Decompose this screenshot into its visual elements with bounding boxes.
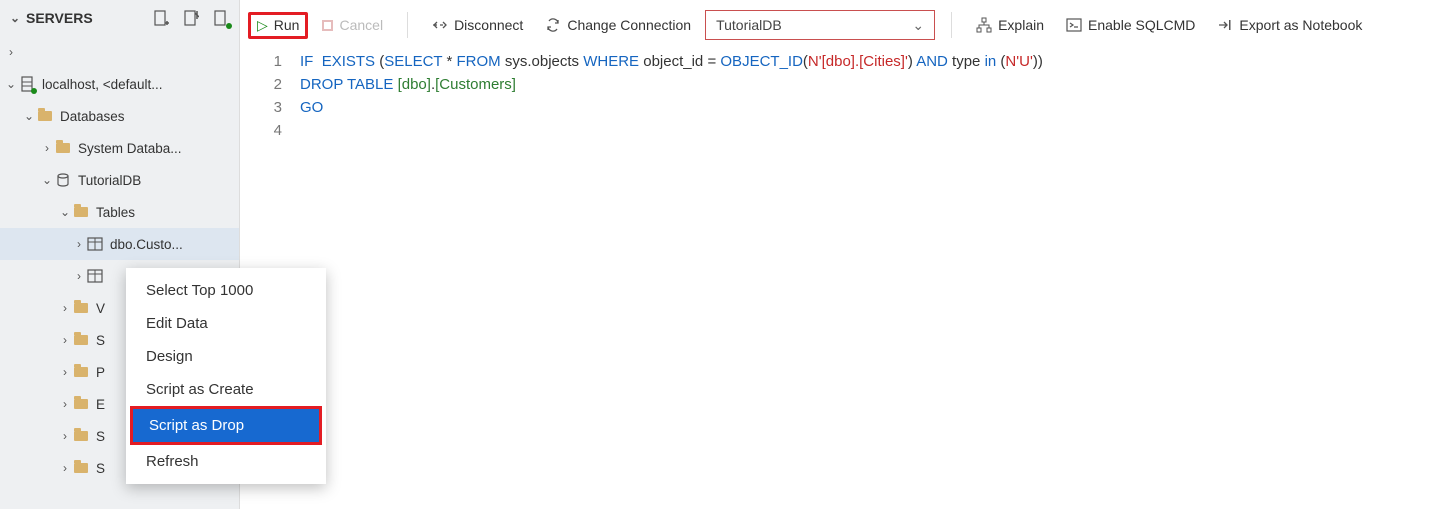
- play-icon: ▷: [257, 17, 268, 34]
- tree-tables-label: Tables: [96, 205, 135, 220]
- sqlcmd-icon: [1066, 17, 1082, 33]
- folder-icon: [36, 107, 54, 125]
- ctx-script-as-drop[interactable]: Script as Drop: [130, 406, 322, 445]
- folder-icon: [72, 331, 90, 349]
- change-connection-label: Change Connection: [567, 17, 691, 33]
- server-icon: [18, 75, 36, 93]
- chevron-down-icon: ⌄: [8, 11, 22, 25]
- tree-tables[interactable]: ⌄ Tables: [0, 196, 239, 228]
- folder-icon: [72, 427, 90, 445]
- ctx-script-as-create[interactable]: Script as Create: [126, 373, 326, 406]
- ctx-design[interactable]: Design: [126, 340, 326, 373]
- folder-icon: [54, 139, 72, 157]
- tree-connection-label: localhost, <default...: [42, 77, 162, 92]
- tree-system-databases[interactable]: › System Databa...: [0, 132, 239, 164]
- tree-table-custo-label: dbo.Custo...: [110, 237, 183, 252]
- chevron-right-icon: ›: [58, 301, 72, 315]
- sql-editor[interactable]: 1 2 3 4 IF EXISTS (SELECT * FROM sys.obj…: [240, 50, 1444, 509]
- explain-icon: [976, 17, 992, 33]
- tree-item-label: S: [96, 461, 105, 476]
- line-number: 2: [240, 73, 282, 96]
- tree-table-customers[interactable]: › dbo.Custo...: [0, 228, 239, 260]
- explain-button[interactable]: Explain: [968, 13, 1052, 37]
- ctx-refresh[interactable]: Refresh: [126, 445, 326, 478]
- tree-systemdb-label: System Databa...: [78, 141, 182, 156]
- chevron-down-icon: ⌄: [40, 173, 54, 187]
- context-menu: Select Top 1000 Edit Data Design Script …: [126, 268, 326, 484]
- chevron-right-icon: ›: [40, 141, 54, 155]
- sidebar-title[interactable]: ⌄ SERVERS: [8, 10, 151, 26]
- ctx-script-as-drop-wrap: Script as Drop: [126, 406, 326, 445]
- sidebar-title-text: SERVERS: [26, 10, 93, 26]
- sidebar-header: ⌄ SERVERS: [0, 0, 239, 36]
- folder-icon: [72, 299, 90, 317]
- line-number: 1: [240, 50, 282, 73]
- line-number: 4: [240, 119, 282, 142]
- query-toolbar: ▷ Run Cancel Disconnect Change Connectio…: [240, 0, 1444, 50]
- sidebar-header-icons: [151, 8, 231, 28]
- disconnect-button[interactable]: Disconnect: [424, 13, 531, 37]
- status-dot: [226, 23, 232, 29]
- tree-item-label: P: [96, 365, 105, 380]
- stop-icon: [322, 20, 333, 31]
- tree-item-label: E: [96, 397, 105, 412]
- chevron-right-icon: ›: [58, 461, 72, 475]
- run-label: Run: [274, 17, 300, 33]
- ctx-edit-data[interactable]: Edit Data: [126, 307, 326, 340]
- disconnect-icon: [432, 17, 448, 33]
- chevron-right-icon: ›: [72, 269, 86, 283]
- export-notebook-label: Export as Notebook: [1239, 17, 1362, 33]
- database-selector[interactable]: TutorialDB ⌄: [705, 10, 935, 40]
- chevron-right-icon: ›: [58, 429, 72, 443]
- new-connection-icon[interactable]: [151, 8, 171, 28]
- sync-icon: [545, 17, 561, 33]
- tree-databases[interactable]: ⌄ Databases: [0, 100, 239, 132]
- database-selector-value: TutorialDB: [716, 17, 782, 33]
- disconnect-label: Disconnect: [454, 17, 523, 33]
- separator: [407, 12, 408, 38]
- tree-root[interactable]: ›: [0, 36, 239, 68]
- tree-item-label: S: [96, 333, 105, 348]
- refresh-icon[interactable]: [211, 8, 231, 28]
- export-icon: [1217, 17, 1233, 33]
- change-connection-button[interactable]: Change Connection: [537, 13, 699, 37]
- enable-sqlcmd-label: Enable SQLCMD: [1088, 17, 1195, 33]
- line-number: 3: [240, 96, 282, 119]
- table-icon: [86, 267, 104, 285]
- tree-item-label: V: [96, 301, 105, 316]
- chevron-right-icon: ›: [58, 365, 72, 379]
- chevron-right-icon: ›: [4, 45, 18, 59]
- chevron-down-icon: ⌄: [912, 17, 924, 34]
- separator: [951, 12, 952, 38]
- chevron-right-icon: ›: [58, 333, 72, 347]
- chevron-down-icon: ⌄: [4, 77, 18, 91]
- folder-icon: [72, 203, 90, 221]
- enable-sqlcmd-button[interactable]: Enable SQLCMD: [1058, 13, 1203, 37]
- folder-icon: [72, 459, 90, 477]
- chevron-right-icon: ›: [58, 397, 72, 411]
- cancel-button[interactable]: Cancel: [314, 13, 391, 37]
- new-query-icon[interactable]: [181, 8, 201, 28]
- tree-databases-label: Databases: [60, 109, 125, 124]
- tree-tutorialdb[interactable]: ⌄ TutorialDB: [0, 164, 239, 196]
- folder-icon: [72, 363, 90, 381]
- export-notebook-button[interactable]: Export as Notebook: [1209, 13, 1370, 37]
- run-button[interactable]: ▷ Run: [248, 12, 308, 39]
- ctx-select-top-1000[interactable]: Select Top 1000: [126, 274, 326, 307]
- editor-content[interactable]: IF EXISTS (SELECT * FROM sys.objects WHE…: [300, 50, 1444, 509]
- cancel-label: Cancel: [339, 17, 383, 33]
- tree-item-label: S: [96, 429, 105, 444]
- explain-label: Explain: [998, 17, 1044, 33]
- table-icon: [86, 235, 104, 253]
- database-icon: [54, 171, 72, 189]
- status-dot: [31, 88, 37, 94]
- tree-tutorialdb-label: TutorialDB: [78, 173, 141, 188]
- chevron-right-icon: ›: [72, 237, 86, 251]
- chevron-down-icon: ⌄: [22, 109, 36, 123]
- tree-connection[interactable]: ⌄ localhost, <default...: [0, 68, 239, 100]
- chevron-down-icon: ⌄: [58, 205, 72, 219]
- folder-icon: [72, 395, 90, 413]
